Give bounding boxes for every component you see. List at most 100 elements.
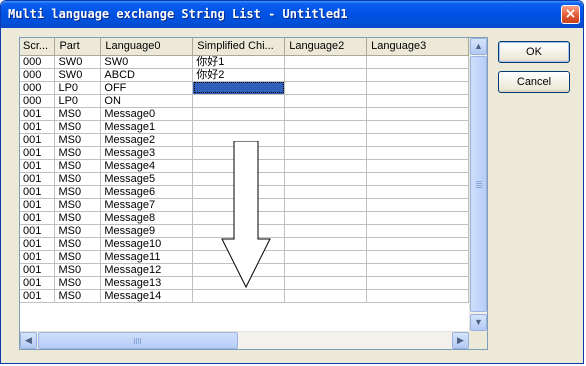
cell-language3[interactable] xyxy=(366,276,469,290)
cell-part[interactable]: LP0 xyxy=(54,94,102,108)
title-bar[interactable]: Multi language exchange String List - Un… xyxy=(1,1,583,28)
cell-language0[interactable]: SW0 xyxy=(100,55,194,69)
cell-part[interactable]: MS0 xyxy=(54,211,102,225)
vertical-scroll-thumb[interactable] xyxy=(470,56,487,312)
cell-simplified-chinese[interactable]: 你好2 xyxy=(192,68,286,82)
cell-language3[interactable] xyxy=(366,263,469,277)
horizontal-scroll-thumb[interactable] xyxy=(38,332,238,349)
cell-language2[interactable] xyxy=(284,107,368,121)
cell-language0[interactable]: Message12 xyxy=(100,263,194,277)
cell-language0[interactable]: Message7 xyxy=(100,198,194,212)
cell-screen[interactable]: 001 xyxy=(20,250,56,264)
cell-language2[interactable] xyxy=(284,263,368,277)
cell-simplified-chinese[interactable]: 你好1 xyxy=(192,55,286,69)
cell-part[interactable]: MS0 xyxy=(54,237,102,251)
cell-part[interactable]: MS0 xyxy=(54,120,102,134)
table-row[interactable]: 001 MS0 Message14 xyxy=(20,289,469,303)
cell-language3[interactable] xyxy=(366,159,469,173)
cell-language0[interactable]: OFF xyxy=(100,81,194,95)
cell-screen[interactable]: 000 xyxy=(20,68,56,82)
cell-part[interactable]: SW0 xyxy=(54,55,102,69)
cell-language0[interactable]: ABCD xyxy=(100,68,194,82)
cell-screen[interactable]: 001 xyxy=(20,107,56,121)
cell-language3[interactable] xyxy=(366,81,469,95)
table-row[interactable]: 000 LP0 OFF xyxy=(20,81,469,95)
cell-language2[interactable] xyxy=(284,224,368,238)
horizontal-scrollbar[interactable]: ◀ ▶ xyxy=(20,331,469,349)
cell-language0[interactable]: Message4 xyxy=(100,159,194,173)
cell-language3[interactable] xyxy=(366,198,469,212)
cell-language3[interactable] xyxy=(366,94,469,108)
cell-screen[interactable]: 000 xyxy=(20,81,56,95)
cell-language2[interactable] xyxy=(284,250,368,264)
cell-language0[interactable]: Message8 xyxy=(100,211,194,225)
cell-part[interactable]: SW0 xyxy=(54,68,102,82)
cell-language2[interactable] xyxy=(284,133,368,147)
cell-screen[interactable]: 001 xyxy=(20,185,56,199)
cell-part[interactable]: MS0 xyxy=(54,276,102,290)
scroll-left-button[interactable]: ◀ xyxy=(20,332,37,349)
cell-screen[interactable]: 001 xyxy=(20,172,56,186)
cell-language2[interactable] xyxy=(284,94,368,108)
cell-language3[interactable] xyxy=(366,107,469,121)
cell-language0[interactable]: Message9 xyxy=(100,224,194,238)
cell-screen[interactable]: 001 xyxy=(20,198,56,212)
cell-part[interactable]: MS0 xyxy=(54,185,102,199)
cell-part[interactable]: MS0 xyxy=(54,263,102,277)
cell-language2[interactable] xyxy=(284,289,368,303)
cell-part[interactable]: MS0 xyxy=(54,133,102,147)
cell-screen[interactable]: 001 xyxy=(20,289,56,303)
cell-part[interactable]: MS0 xyxy=(54,107,102,121)
cell-screen[interactable]: 001 xyxy=(20,224,56,238)
cell-part[interactable]: MS0 xyxy=(54,159,102,173)
cell-part[interactable]: MS0 xyxy=(54,146,102,160)
cell-simplified-chinese[interactable] xyxy=(192,120,286,134)
scroll-down-button[interactable]: ▼ xyxy=(470,314,487,331)
cell-simplified-chinese[interactable] xyxy=(192,107,286,121)
cell-screen[interactable]: 001 xyxy=(20,133,56,147)
cell-language3[interactable] xyxy=(366,185,469,199)
cell-simplified-chinese[interactable] xyxy=(192,94,286,108)
cell-screen[interactable]: 000 xyxy=(20,55,56,69)
cell-part[interactable]: MS0 xyxy=(54,224,102,238)
cell-screen[interactable]: 001 xyxy=(20,237,56,251)
column-header-screen[interactable]: Scr... xyxy=(20,38,56,56)
vertical-scrollbar[interactable]: ▲ ▼ xyxy=(469,38,487,331)
table-row[interactable]: 001 MS0 Message1 xyxy=(20,120,469,134)
cell-language0[interactable]: ON xyxy=(100,94,194,108)
cell-language0[interactable]: Message14 xyxy=(100,289,194,303)
cell-language2[interactable] xyxy=(284,120,368,134)
scroll-right-button[interactable]: ▶ xyxy=(452,332,469,349)
column-header-simplified-chinese[interactable]: Simplified Chi... xyxy=(192,38,286,56)
cell-language0[interactable]: Message13 xyxy=(100,276,194,290)
cell-language2[interactable] xyxy=(284,68,368,82)
scroll-up-button[interactable]: ▲ xyxy=(470,38,487,55)
cell-language3[interactable] xyxy=(366,250,469,264)
cell-part[interactable]: MS0 xyxy=(54,250,102,264)
cell-screen[interactable]: 001 xyxy=(20,211,56,225)
cell-screen[interactable]: 001 xyxy=(20,120,56,134)
cell-part[interactable]: MS0 xyxy=(54,172,102,186)
cell-language2[interactable] xyxy=(284,237,368,251)
cell-language3[interactable] xyxy=(366,289,469,303)
cell-language0[interactable]: Message2 xyxy=(100,133,194,147)
cell-language0[interactable]: Message6 xyxy=(100,185,194,199)
table-row[interactable]: 000 LP0 ON xyxy=(20,94,469,108)
column-header-language3[interactable]: Language3 xyxy=(366,38,469,56)
cell-language3[interactable] xyxy=(366,211,469,225)
cell-language2[interactable] xyxy=(284,276,368,290)
column-header-language2[interactable]: Language2 xyxy=(284,38,368,56)
cell-language3[interactable] xyxy=(366,120,469,134)
cell-language0[interactable]: Message3 xyxy=(100,146,194,160)
cell-screen[interactable]: 001 xyxy=(20,276,56,290)
cell-screen[interactable]: 001 xyxy=(20,263,56,277)
cell-language3[interactable] xyxy=(366,55,469,69)
close-button[interactable]: × xyxy=(561,5,580,24)
cell-language3[interactable] xyxy=(366,146,469,160)
cell-language3[interactable] xyxy=(366,224,469,238)
cell-screen[interactable]: 001 xyxy=(20,159,56,173)
table-row[interactable]: 000 SW0 ABCD 你好2 xyxy=(20,68,469,82)
cell-language2[interactable] xyxy=(284,198,368,212)
column-header-language0[interactable]: Language0 xyxy=(100,38,194,56)
cell-language0[interactable]: Message11 xyxy=(100,250,194,264)
